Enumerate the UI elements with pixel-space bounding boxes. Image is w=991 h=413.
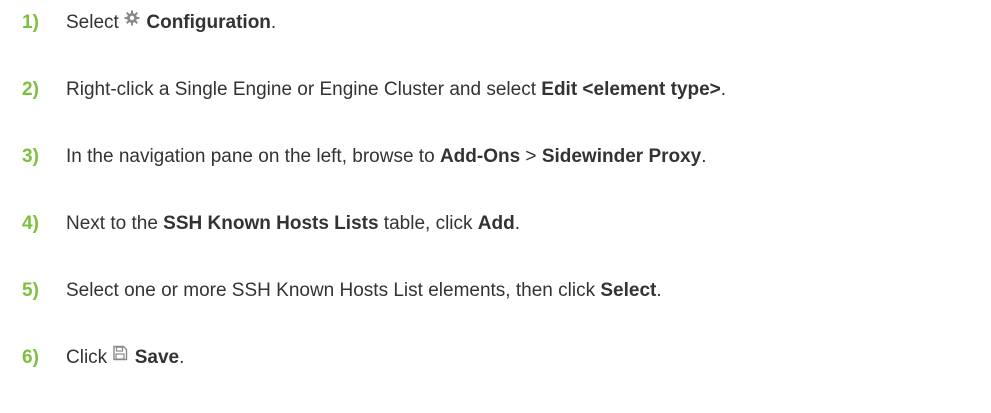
step-text: Click Save. xyxy=(66,343,184,373)
step-text: Right-click a Single Engine or Engine Cl… xyxy=(66,79,727,100)
step-1: 1) Select Configuration. xyxy=(0,8,991,38)
step-3: 3) In the navigation pane on the left, b… xyxy=(0,142,991,172)
ui-label-add-ons: Add-Ons xyxy=(439,146,521,167)
step-text: Next to the SSH Known Hosts Lists table,… xyxy=(66,213,521,234)
ui-label-sidewinder-proxy: Sidewinder Proxy xyxy=(541,146,702,167)
step-6: 6) Click Save. xyxy=(0,343,991,373)
ui-label-select: Select xyxy=(600,280,657,301)
step-text: In the navigation pane on the left, brow… xyxy=(66,146,707,167)
ui-label-save: Save xyxy=(134,347,180,369)
step-number: 5) xyxy=(22,280,39,301)
step-number: 6) xyxy=(22,347,39,368)
gear-icon xyxy=(124,6,140,36)
ui-label-ssh-known-hosts-lists: SSH Known Hosts Lists xyxy=(163,213,379,234)
step-text: Select Configuration. xyxy=(66,8,276,38)
ui-label-add: Add xyxy=(477,213,515,234)
step-number: 1) xyxy=(22,12,39,33)
step-2: 2) Right-click a Single Engine or Engine… xyxy=(0,75,991,105)
procedure-steps: 1) Select Configuration. 2) Right-click … xyxy=(0,0,991,413)
step-4: 4) Next to the SSH Known Hosts Lists tab… xyxy=(0,209,991,239)
ui-label-edit-element-type: Edit <element type> xyxy=(541,79,721,100)
step-number: 2) xyxy=(22,79,39,100)
ui-label-configuration: Configuration xyxy=(146,12,271,34)
step-number: 3) xyxy=(22,146,39,167)
step-5: 5) Select one or more SSH Known Hosts Li… xyxy=(0,276,991,306)
step-text: Select one or more SSH Known Hosts List … xyxy=(66,280,662,301)
step-number: 4) xyxy=(22,213,39,234)
save-icon xyxy=(112,341,128,371)
